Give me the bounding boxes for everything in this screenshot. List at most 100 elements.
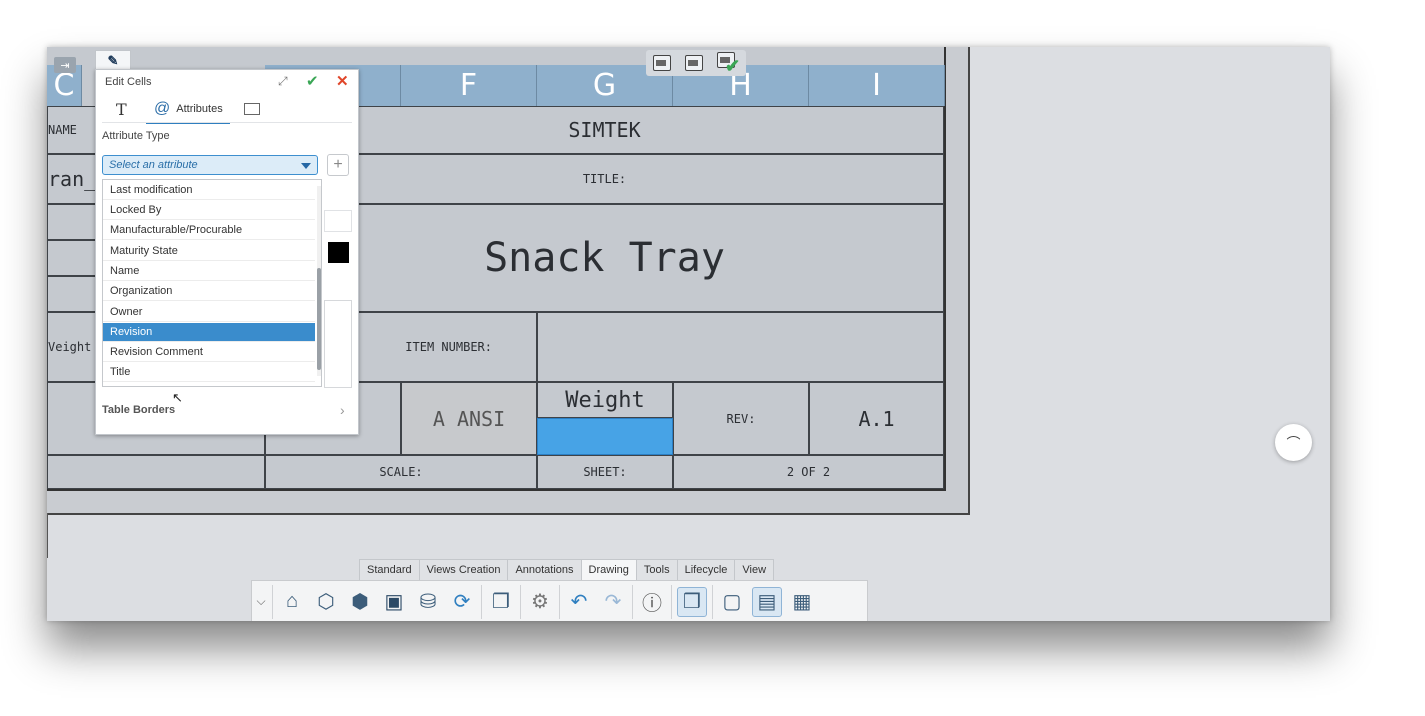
tab-lifecycle[interactable]: Lifecycle (676, 559, 736, 580)
list-item[interactable]: Locked By (103, 201, 315, 220)
add-attribute-button[interactable]: + (327, 154, 349, 176)
cancel-icon[interactable]: ✕ (336, 72, 349, 90)
chevron-down-icon (301, 163, 311, 169)
add-sheet-icon[interactable]: ▢ (718, 588, 746, 616)
hidden-field (324, 210, 352, 232)
attribute-dropdown: Last modification Locked By Manufacturab… (102, 179, 322, 387)
tab-tools[interactable]: Tools (635, 559, 678, 580)
sheet-edge (47, 513, 49, 558)
title-label-cell: TITLE: (265, 154, 944, 204)
column-header-i: I (809, 65, 945, 106)
item-number-label: ITEM NUMBER: (405, 340, 492, 354)
home-icon[interactable]: ⌂ (278, 588, 306, 616)
tab-text[interactable]: T (116, 96, 127, 122)
gear-icon[interactable]: ⚙ (526, 588, 554, 616)
separator (481, 584, 482, 619)
edit-cells-panel: Edit Cells ⤢ ✔ ✕ T @ Attributes Attribut… (95, 69, 359, 435)
attribute-type-label: Attribute Type (102, 130, 170, 142)
redo-icon[interactable]: ↷ (599, 588, 627, 616)
list-item[interactable]: Last modification (103, 181, 315, 200)
sheet-settings-icon[interactable] (685, 55, 703, 71)
confirm-icon[interactable]: ✔ (306, 72, 319, 90)
list-item[interactable]: Organization (103, 282, 315, 301)
list-item[interactable]: Title (103, 363, 315, 382)
weight-label: Weight (565, 387, 645, 413)
rev-value: A.1 (858, 406, 895, 431)
floating-toolbar: ✔ (646, 50, 746, 76)
validate-sheet-icon[interactable]: ✔ (717, 52, 740, 76)
sheet-manager-icon[interactable]: ▦ (788, 588, 816, 616)
assistant-helmet-icon[interactable]: ⌒ (1275, 424, 1312, 461)
save-3d-icon[interactable]: ⬡ (312, 588, 340, 616)
rev-label: REV: (726, 411, 756, 426)
plus-icon: + (333, 156, 343, 173)
background-view-icon[interactable]: ▤ (752, 586, 782, 617)
list-item[interactable]: Revision Comment (103, 343, 315, 362)
drawing-sheets-icon[interactable]: ❒ (677, 586, 707, 617)
table-borders-label[interactable]: Table Borders (102, 404, 175, 416)
at-icon: @ (154, 100, 171, 117)
list-item[interactable]: Name (103, 262, 315, 281)
sidebar-toggle-icon[interactable]: ⇥ (54, 57, 76, 73)
copy-icon[interactable]: ❐ (487, 588, 515, 616)
refresh-icon[interactable]: ⟳ (448, 588, 476, 616)
title-label: TITLE: (582, 172, 627, 186)
collapse-icon[interactable]: ⤢ (278, 74, 288, 89)
name-value: ran_ (48, 167, 97, 191)
item-number-value-cell[interactable] (537, 312, 944, 382)
tab-image[interactable] (244, 96, 260, 122)
tab-standard[interactable]: Standard (359, 559, 420, 580)
scrollbar-thumb[interactable] (317, 268, 321, 370)
company-name: SIMTEK (568, 118, 641, 142)
save-icon[interactable]: ▣ (380, 588, 408, 616)
list-item-selected[interactable]: Revision (103, 323, 315, 342)
sheet-value: 2 OF 2 (786, 465, 831, 479)
panel-title: Edit Cells (105, 76, 152, 88)
undo-icon[interactable]: ↶ (565, 588, 593, 616)
empty-cell (47, 455, 265, 489)
column-header-f: F (401, 65, 537, 106)
color-swatch[interactable] (328, 242, 349, 263)
attribute-select[interactable]: Select an attribute (102, 155, 318, 175)
selected-weight-cell[interactable] (537, 418, 673, 455)
text-icon: T (116, 99, 127, 119)
text-area[interactable] (324, 300, 352, 388)
size-value: A ANSI (432, 406, 506, 431)
sheet-label: SHEET: (583, 465, 627, 479)
list-item[interactable]: Manufacturable/Procurable (103, 221, 315, 240)
sheet-label-cell: SHEET: (537, 455, 673, 489)
name-label: NAME (48, 123, 77, 137)
separator (559, 584, 560, 619)
rev-value-cell[interactable]: A.1 (809, 382, 944, 455)
list-item[interactable]: Owner (103, 303, 315, 322)
separator (671, 584, 672, 619)
size-cell[interactable]: A ANSI (401, 382, 537, 455)
company-cell: SIMTEK (265, 106, 944, 154)
tab-attributes-label: Attributes (176, 103, 223, 115)
list-item[interactable]: Maturity State (103, 242, 315, 261)
divider (102, 122, 352, 123)
image-icon (244, 103, 260, 115)
edit-cells-tab-icon[interactable]: ✎ (95, 50, 131, 71)
dropdown-scrollbar[interactable] (317, 186, 321, 376)
app-window: C F G H I NAME ran_ Veight SIMTEK TITLE:… (47, 47, 1330, 621)
tab-annotations[interactable]: Annotations (507, 559, 582, 580)
action-bar: ⌵ ⌂ ⬡ ⬢ ▣ ⛁ ⟳ ❐ ⚙ ↶ ↷ ⓘ ❒ ▢ ▤ ▦ (251, 580, 868, 621)
scale-label-cell: SCALE: (265, 455, 537, 489)
tab-view[interactable]: View (734, 559, 775, 580)
sheet-value-cell: 2 OF 2 (673, 455, 944, 489)
tab-views-creation[interactable]: Views Creation (418, 559, 509, 580)
database-icon[interactable]: ⛁ (414, 588, 442, 616)
cube-icon[interactable]: ⬢ (346, 588, 374, 616)
title-value-cell[interactable]: Snack Tray (265, 204, 944, 312)
chevron-down-icon[interactable]: ⌵ (255, 588, 267, 616)
tab-drawing[interactable]: Drawing (580, 559, 637, 580)
separator (632, 584, 633, 619)
weight-left-label: Veight (48, 340, 92, 354)
chevron-right-icon[interactable]: › (340, 402, 345, 418)
help-icon[interactable]: ⓘ (638, 588, 666, 616)
sheet-view-icon[interactable] (653, 55, 671, 71)
tab-attributes[interactable]: @ Attributes (146, 96, 230, 124)
weight-label-cell[interactable]: Weight (537, 382, 673, 418)
toolbar-tabs: Standard Views Creation Annotations Draw… (359, 559, 775, 580)
